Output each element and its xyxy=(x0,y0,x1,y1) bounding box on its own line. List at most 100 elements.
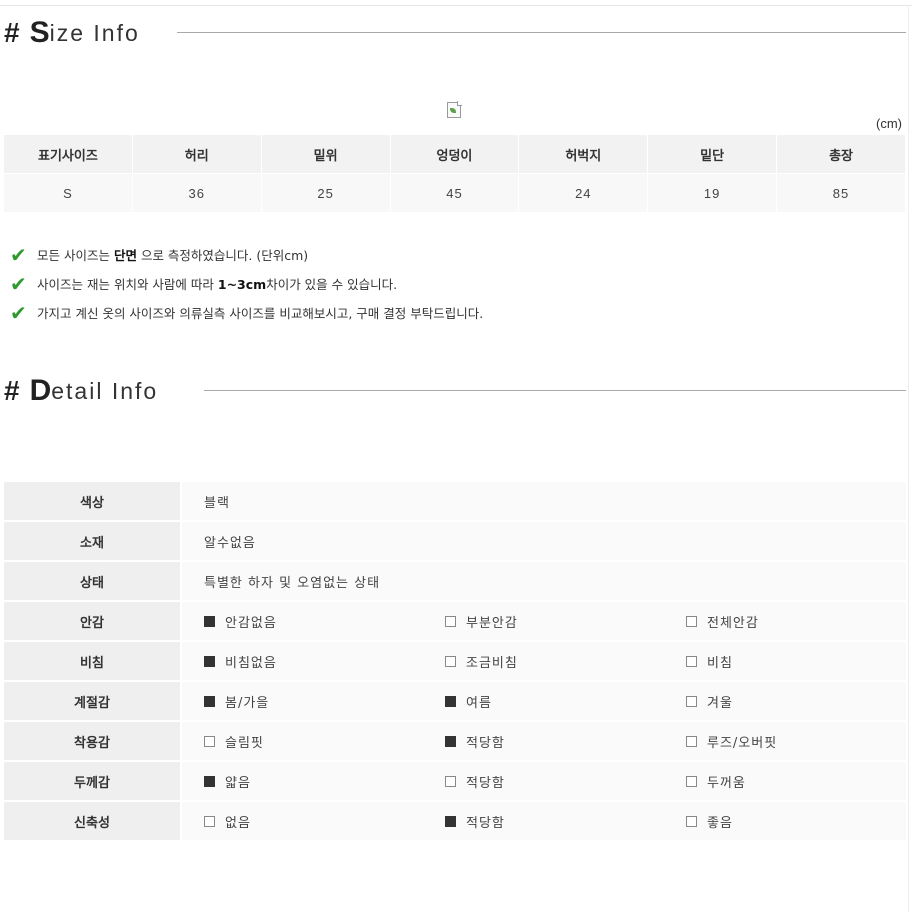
checkbox-empty-icon xyxy=(204,815,215,827)
detail-label: 소재 xyxy=(4,522,180,562)
detail-row-fit: 착용감 슬림핏 적당함 루즈/오버핏 xyxy=(4,722,907,762)
option-cell: 비침없음 xyxy=(182,642,423,682)
detail-row-thickness: 두께감 얇음 적당함 두꺼움 xyxy=(4,762,907,802)
heading-initial: S xyxy=(29,16,50,49)
option-cell: 적당함 xyxy=(423,802,664,842)
detail-label: 계절감 xyxy=(4,682,180,722)
header-cell: 허리 xyxy=(132,135,262,173)
option-label: 안감없음 xyxy=(225,615,277,631)
option-cell: 봄/가을 xyxy=(182,682,423,722)
detail-label: 비침 xyxy=(4,642,180,682)
detail-row-lining: 안감 안감없음 부분안감 전체안감 xyxy=(4,602,907,642)
checkbox-checked-icon xyxy=(204,775,215,787)
checkbox-checked-icon xyxy=(445,735,456,747)
checkbox-empty-icon xyxy=(445,615,456,627)
checkbox-empty-icon xyxy=(686,695,697,707)
option-cell: 적당함 xyxy=(423,762,664,802)
option-cell: 겨울 xyxy=(664,682,907,722)
option-cell: 비침 xyxy=(664,642,907,682)
checkbox-checked-icon xyxy=(445,695,456,707)
size-cell: 24 xyxy=(519,173,649,212)
detail-row-season: 계절감 봄/가을 여름 겨울 xyxy=(4,682,907,722)
detail-value: 특별한 하자 및 오염없는 상태 xyxy=(182,562,907,602)
size-cell: 85 xyxy=(777,173,906,212)
option-cell: 좋음 xyxy=(664,802,907,842)
option-cell: 슬림핏 xyxy=(182,722,423,762)
option-label: 좋음 xyxy=(707,815,733,831)
header-cell: 허벅지 xyxy=(519,135,649,173)
detail-row-color: 색상 블랙 xyxy=(4,482,907,522)
option-label: 적당함 xyxy=(466,775,505,791)
broken-image-icon xyxy=(447,101,462,118)
checkbox-empty-icon xyxy=(204,735,215,747)
detail-value: 블랙 xyxy=(182,482,907,522)
option-label: 전체안감 xyxy=(707,615,759,631)
right-divider xyxy=(908,5,909,912)
checkbox-empty-icon xyxy=(686,775,697,787)
option-cell: 안감없음 xyxy=(182,602,423,642)
hash-mark: # xyxy=(4,17,20,48)
heading-rule xyxy=(204,390,906,391)
checkbox-empty-icon xyxy=(686,655,697,667)
option-cell: 부분안감 xyxy=(423,602,664,642)
size-cell: 25 xyxy=(261,173,391,212)
option-label: 부분안감 xyxy=(466,615,518,631)
note-text: 사이즈는 재는 위치와 사람에 따라 1~3cm차이가 있을 수 있습니다. xyxy=(37,277,398,292)
option-label: 적당함 xyxy=(466,735,505,751)
size-row: S 36 25 45 24 19 85 xyxy=(4,173,906,212)
option-label: 여름 xyxy=(466,695,492,711)
checkbox-empty-icon xyxy=(686,815,697,827)
hash-mark: # xyxy=(4,375,20,406)
note-item: ✔ 가지고 계신 옷의 사이즈와 의류실측 사이즈를 비교해보시고, 구매 결정… xyxy=(10,298,483,327)
checkbox-empty-icon xyxy=(686,615,697,627)
option-cell: 두꺼움 xyxy=(664,762,907,802)
option-label: 봄/가을 xyxy=(225,695,270,711)
size-info-heading: # S ize Info xyxy=(4,13,140,53)
checkbox-checked-icon xyxy=(204,695,215,707)
heading-initial: D xyxy=(29,374,52,407)
detail-label: 색상 xyxy=(4,482,180,522)
option-label: 적당함 xyxy=(466,815,505,831)
detail-row-condition: 상태 특별한 하자 및 오염없는 상태 xyxy=(4,562,907,602)
detail-info-heading: # D etail Info xyxy=(4,371,158,411)
option-label: 조금비침 xyxy=(466,655,518,671)
option-cell: 조금비침 xyxy=(423,642,664,682)
detail-label: 안감 xyxy=(4,602,180,642)
option-cell: 루즈/오버핏 xyxy=(664,722,907,762)
note-text: 가지고 계신 옷의 사이즈와 의류실측 사이즈를 비교해보시고, 구매 결정 부… xyxy=(37,306,484,321)
detail-row-sheerness: 비침 비침없음 조금비침 비침 xyxy=(4,642,907,682)
heading-text: ize Info xyxy=(49,19,140,46)
size-header-row: 표기사이즈 허리 밑위 엉덩이 허벅지 밑단 총장 xyxy=(4,135,906,173)
checkbox-checked-icon xyxy=(204,615,215,627)
size-notes: ✔ 모든 사이즈는 단면 으로 측정하였습니다. (단위cm) ✔ 사이즈는 재… xyxy=(10,240,483,327)
detail-table: 색상 블랙 소재 알수없음 상태 특별한 하자 및 오염없는 상태 안감 안감없… xyxy=(4,482,907,842)
detail-row-stretch: 신축성 없음 적당함 좋음 xyxy=(4,802,907,842)
option-cell: 적당함 xyxy=(423,722,664,762)
checkbox-checked-icon xyxy=(204,655,215,667)
option-cell: 여름 xyxy=(423,682,664,722)
note-item: ✔ 모든 사이즈는 단면 으로 측정하였습니다. (단위cm) xyxy=(10,240,483,269)
checkmark-icon: ✔ xyxy=(10,242,27,267)
option-label: 얇음 xyxy=(225,775,251,791)
detail-value: 알수없음 xyxy=(182,522,907,562)
size-cell: 36 xyxy=(132,173,262,212)
heading-rule xyxy=(177,32,906,33)
size-table: 표기사이즈 허리 밑위 엉덩이 허벅지 밑단 총장 S 36 25 45 24 … xyxy=(4,135,906,212)
detail-row-material: 소재 알수없음 xyxy=(4,522,907,562)
header-cell: 밑단 xyxy=(648,135,778,173)
option-label: 비침없음 xyxy=(225,655,277,671)
option-label: 슬림핏 xyxy=(225,735,264,751)
detail-label: 상태 xyxy=(4,562,180,602)
checkbox-empty-icon xyxy=(686,735,697,747)
checkbox-empty-icon xyxy=(445,775,456,787)
option-label: 겨울 xyxy=(707,695,733,711)
note-item: ✔ 사이즈는 재는 위치와 사람에 따라 1~3cm차이가 있을 수 있습니다. xyxy=(10,269,483,298)
size-cell: S xyxy=(4,173,133,212)
option-label: 비침 xyxy=(707,655,733,671)
option-label: 두꺼움 xyxy=(707,775,746,791)
detail-label: 신축성 xyxy=(4,802,180,842)
top-divider xyxy=(0,5,912,6)
heading-text: etail Info xyxy=(51,377,159,404)
option-label: 루즈/오버핏 xyxy=(707,735,778,751)
option-label: 없음 xyxy=(225,815,251,831)
